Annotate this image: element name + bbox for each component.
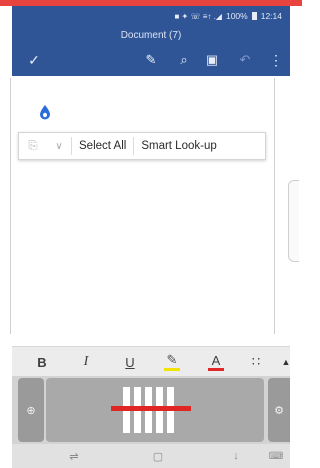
paste-icon[interactable]: ⎘: [19, 133, 47, 159]
check-icon[interactable]: ✓: [22, 44, 46, 76]
document-title: Document (7): [120, 29, 182, 41]
expand-caret-icon[interactable]: ▲: [274, 347, 298, 377]
page-right-edge: [274, 78, 275, 334]
scroll-handle[interactable]: [288, 180, 299, 262]
highlighter-icon: ✎: [166, 352, 178, 367]
more-icon[interactable]: ⋮: [264, 44, 288, 76]
font-color-letter: A: [211, 352, 221, 368]
format-toolbar: B I U ✎ A ∷ ▲: [12, 346, 290, 377]
list-icon[interactable]: ∷: [244, 347, 268, 377]
underline-button[interactable]: U: [118, 347, 142, 377]
bold-button[interactable]: B: [30, 347, 54, 377]
keyboard-switch-icon[interactable]: ⌨: [266, 444, 286, 468]
context-menu: ⎘ ∨ Select All Smart Look-up: [18, 132, 266, 160]
status-bar: ■ ✦ ☏ ≡↑ .◢ 100% 12:14: [12, 6, 290, 26]
status-time: 12:14: [260, 11, 282, 21]
title-bar: Document (7): [12, 26, 290, 44]
select-all-button[interactable]: Select All: [72, 133, 133, 159]
page-left-edge: [10, 78, 11, 334]
battery-level: 100%: [225, 11, 248, 21]
cursor-handle-icon[interactable]: [39, 104, 51, 120]
save-icon[interactable]: ▣: [200, 44, 224, 76]
navigation-bar: ⇌ ▢ ↓ ⌨: [12, 444, 290, 468]
highlight-color-bar: [164, 368, 180, 371]
undo-icon[interactable]: ↶: [233, 44, 257, 76]
globe-icon[interactable]: ⊕: [18, 378, 44, 442]
font-color-button[interactable]: A: [204, 347, 228, 377]
italic-button[interactable]: I: [74, 347, 98, 377]
font-color-bar: [208, 368, 224, 371]
back-icon[interactable]: ↓: [226, 444, 246, 468]
keyboard-panel[interactable]: [46, 378, 264, 442]
highlight-button[interactable]: ✎: [160, 347, 184, 377]
keyboard-area: ⊕ ⚙ ⇌ ▢ ↓ ⌨: [12, 376, 290, 468]
keyboard-placeholder-icon: [111, 387, 191, 433]
document-toolbar: ✓ ✎ ⌕ ▣ ↶ ⋮: [12, 44, 290, 76]
document-canvas[interactable]: [12, 76, 290, 352]
status-indicators: ■ ✦ ☏ ≡↑ .◢: [174, 11, 222, 21]
chevron-down-icon[interactable]: ∨: [47, 133, 71, 159]
gear-icon[interactable]: ⚙: [268, 378, 290, 442]
search-icon[interactable]: ⌕: [172, 44, 196, 76]
home-icon[interactable]: ▢: [148, 444, 168, 468]
recent-apps-icon[interactable]: ⇌: [64, 444, 84, 468]
pen-icon[interactable]: ✎: [139, 44, 163, 76]
smart-lookup-button[interactable]: Smart Look-up: [134, 133, 223, 159]
battery-icon: [251, 12, 257, 20]
